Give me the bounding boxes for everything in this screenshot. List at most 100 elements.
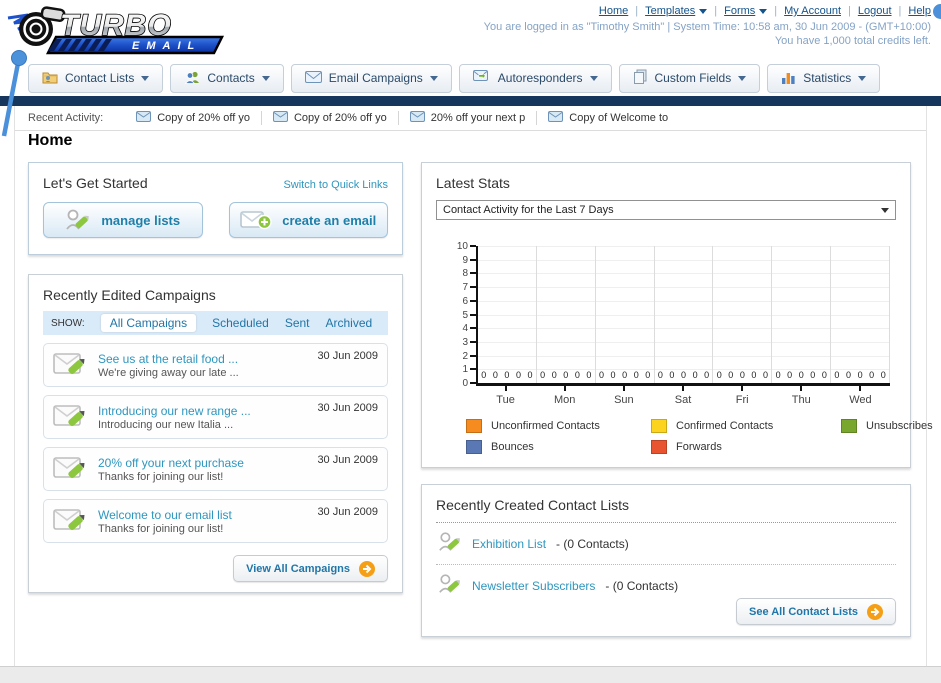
top-nav-label: Help xyxy=(908,5,931,17)
y-axis-label: 4 xyxy=(462,323,468,335)
recent-activity-item[interactable]: Copy of 20% off yo xyxy=(262,111,399,125)
create-email-button[interactable]: create an email xyxy=(228,202,388,238)
contact-lists-folder-icon xyxy=(42,70,58,87)
nav-separator: | xyxy=(635,5,639,17)
recent-activity-item[interactable]: 20% off your next p xyxy=(399,111,538,125)
recent-activity-item[interactable]: Copy of Welcome to xyxy=(537,111,679,125)
chart-category-group: 00000 xyxy=(478,246,537,383)
value-label: 0 xyxy=(739,370,745,380)
envelope-icon xyxy=(548,111,564,125)
campaign-card[interactable]: 20% off your next purchase Thanks for joi… xyxy=(43,447,388,491)
campaign-title-link[interactable]: Welcome to our email list xyxy=(98,508,232,522)
value-label: 0 xyxy=(492,370,498,380)
x-axis-label: Fri xyxy=(713,386,772,406)
turbo-email-logo[interactable]: TURBO EMAIL xyxy=(6,2,238,58)
manage-lists-button[interactable]: manage lists xyxy=(43,202,203,238)
tab-contacts[interactable]: Contacts xyxy=(170,63,284,93)
top-nav: Home | Templates | Forms | My Account | Logout | H… xyxy=(484,5,931,17)
credits-info: You have 1,000 total credits left. xyxy=(774,35,931,47)
value-label: 0 xyxy=(574,370,580,380)
y-axis-tick xyxy=(470,245,476,247)
campaign-card[interactable]: See us at the retail food ... We're givin… xyxy=(43,343,388,387)
value-label: 0 xyxy=(527,370,533,380)
value-label: 0 xyxy=(762,370,769,380)
switch-quick-links[interactable]: Switch to Quick Links xyxy=(283,179,388,191)
tab-email-campaigns[interactable]: Email Campaigns xyxy=(290,63,452,93)
recent-activity-items: Copy of 20% off yo Copy of 20% off yo 20% … xyxy=(125,111,679,125)
value-label: 0 xyxy=(704,370,710,380)
chart-category-group: 00000 xyxy=(596,246,655,383)
x-axis-label: Thu xyxy=(772,386,831,406)
autoresponder-envelope-icon xyxy=(472,69,491,87)
x-axis-label: Sat xyxy=(653,386,712,406)
top-nav-my-account[interactable]: My Account xyxy=(784,5,841,17)
chart-category-group: 00000 xyxy=(713,246,773,383)
campaign-title-link[interactable]: 20% off your next purchase xyxy=(98,456,244,470)
tab-label: Contact Lists xyxy=(65,71,135,85)
tab-autoresponders[interactable]: Autoresponders xyxy=(458,63,612,93)
top-nav-home[interactable]: Home xyxy=(599,5,628,17)
contact-list-link[interactable]: Newsletter Subscribers xyxy=(472,579,595,593)
value-label: 0 xyxy=(716,370,722,380)
legend-swatch xyxy=(841,419,857,433)
campaign-subtitle: Introducing our new Italia ... xyxy=(98,418,234,431)
tab-label: Contacts xyxy=(207,71,255,85)
contact-lists-panel: Recently Created Contact Lists Exhibitio… xyxy=(421,484,911,637)
value-label: 0 xyxy=(810,370,816,380)
campaign-card[interactable]: Introducing our new range ... Introducing… xyxy=(43,395,388,439)
tab-statistics[interactable]: Statistics xyxy=(767,63,881,93)
campaign-subtitle: Thanks for joining our list! xyxy=(98,522,224,535)
chart-x-axis: Tue Mon Sun Sat Fri Thu Wed xyxy=(476,386,890,406)
campaign-subtitle: We're giving away our late ... xyxy=(98,366,239,379)
see-all-contact-lists-button[interactable]: See All Contact Lists xyxy=(735,598,896,625)
x-axis-tick xyxy=(800,386,803,391)
x-axis-tick xyxy=(741,386,744,391)
y-axis-label: 0 xyxy=(462,378,468,389)
campaign-text: See us at the retail food ... We're givin… xyxy=(98,352,239,379)
chart-category-group: 00000 xyxy=(655,246,714,383)
y-axis-tick xyxy=(470,272,476,275)
top-nav-templates[interactable]: Templates xyxy=(645,5,708,17)
top-nav-help[interactable]: Help xyxy=(908,5,931,17)
recent-activity-bar: Recent Activity: Copy of 20% off yo Copy … xyxy=(15,106,926,131)
value-label: 0 xyxy=(563,370,569,380)
view-all-campaigns-label: View All Campaigns xyxy=(246,562,350,575)
contact-list-link[interactable]: Exhibition List xyxy=(472,537,546,551)
create-email-label: create an email xyxy=(282,212,377,228)
view-all-campaigns-button[interactable]: View All Campaigns xyxy=(233,555,388,582)
campaign-title-link[interactable]: See us at the retail food ... xyxy=(98,352,239,366)
filter-all-campaigns[interactable]: All Campaigns xyxy=(100,314,197,332)
filter-archived[interactable]: Archived xyxy=(326,316,373,330)
x-axis-label: Mon xyxy=(535,386,594,406)
contacts-people-icon xyxy=(184,70,200,87)
contact-list-row: Exhibition List - (0 Contacts) xyxy=(436,523,896,565)
filter-scheduled[interactable]: Scheduled xyxy=(212,316,269,330)
top-nav-label: Templates xyxy=(645,5,696,17)
recent-activity-item[interactable]: Copy of 20% off yo xyxy=(125,111,262,125)
y-axis-tick xyxy=(470,313,476,316)
filter-sent[interactable]: Sent xyxy=(285,316,310,330)
custom-fields-pages-icon xyxy=(633,69,648,87)
top-nav-logout[interactable]: Logout xyxy=(858,5,892,17)
stats-period-value: Contact Activity for the Last 7 Days xyxy=(443,204,614,216)
tab-custom-fields[interactable]: Custom Fields xyxy=(618,63,761,93)
value-label: 0 xyxy=(869,370,875,380)
x-axis-label: Tue xyxy=(476,386,535,406)
legend-item: Unsubscribes xyxy=(841,419,933,433)
day-label: Sat xyxy=(674,394,692,406)
y-axis-label: 9 xyxy=(462,254,468,266)
contact-list-count: - (0 Contacts) xyxy=(556,536,629,551)
tab-contact-lists[interactable]: Contact Lists xyxy=(28,63,164,93)
envelope-icon xyxy=(409,111,425,125)
stats-period-select[interactable]: Contact Activity for the Last 7 Days xyxy=(436,200,896,220)
activity-text: Copy of 20% off yo xyxy=(157,112,250,124)
top-nav-label: My Account xyxy=(784,5,841,17)
campaign-card[interactable]: Welcome to our email list Thanks for join… xyxy=(43,499,388,543)
chevron-down-icon xyxy=(858,75,867,81)
navy-divider xyxy=(0,96,941,106)
tab-label: Email Campaigns xyxy=(328,71,423,85)
top-nav-forms[interactable]: Forms xyxy=(724,5,768,17)
campaigns-title: Recently Edited Campaigns xyxy=(43,287,216,303)
chevron-down-icon xyxy=(589,75,598,81)
campaign-title-link[interactable]: Introducing our new range ... xyxy=(98,404,251,418)
